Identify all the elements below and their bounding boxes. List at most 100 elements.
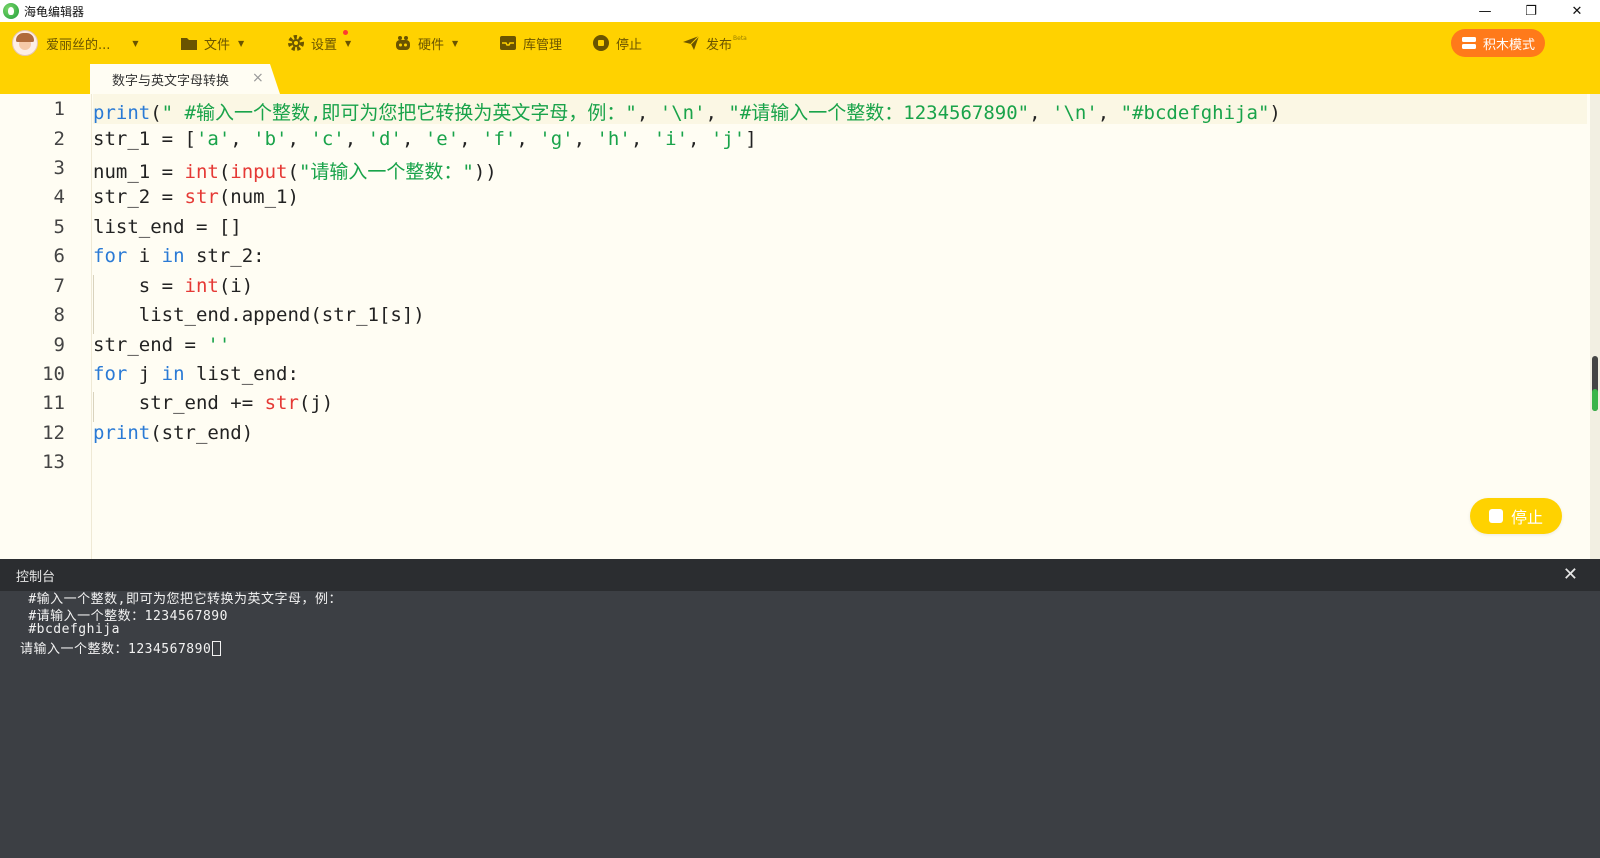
token: , bbox=[636, 102, 660, 124]
settings-menu[interactable]: 设置 ▼ bbox=[287, 22, 351, 64]
token: ( bbox=[287, 161, 299, 183]
line-number: 6 bbox=[53, 245, 65, 267]
folder-icon bbox=[180, 34, 198, 52]
code-line-1: print(" #输入一个整数,即可为您把它转换为英文字母，例：", '\n',… bbox=[93, 98, 1281, 125]
token: 'j' bbox=[710, 128, 746, 150]
console-input-line[interactable]: 请输入一个整数：1234567890 bbox=[20, 638, 222, 657]
token: , bbox=[1029, 102, 1053, 124]
stop-label: 停止 bbox=[616, 37, 643, 53]
avatar bbox=[12, 30, 38, 56]
token: "请输入一个整数：" bbox=[298, 161, 474, 183]
code-line-3: num_1 = int(input("请输入一个整数：")) bbox=[93, 157, 497, 184]
token: ) bbox=[1269, 102, 1281, 124]
token: print bbox=[93, 102, 151, 124]
token: int bbox=[184, 161, 219, 183]
token: str_2 = bbox=[93, 186, 185, 208]
settings-menu-label: 设置 bbox=[311, 37, 338, 53]
publish-button[interactable]: 发布 Beta bbox=[682, 22, 747, 64]
close-window-button[interactable]: ✕ bbox=[1554, 0, 1600, 22]
console-title: 控制台 bbox=[16, 569, 56, 585]
console-line: #bcdefghija bbox=[20, 622, 120, 637]
gear-icon bbox=[287, 34, 305, 52]
paper-plane-icon bbox=[682, 34, 700, 52]
block-mode-button[interactable]: 积木模式 bbox=[1450, 29, 1545, 57]
title-bar: 海龟编辑器 — ❐ ✕ bbox=[0, 0, 1600, 22]
notification-dot bbox=[343, 30, 348, 35]
token: str_end = bbox=[93, 334, 208, 356]
token: , bbox=[573, 128, 597, 150]
inbox-icon bbox=[499, 34, 517, 52]
app-logo-icon bbox=[3, 3, 19, 19]
code-line-9: str_end = '' bbox=[93, 334, 230, 356]
line-number: 13 bbox=[42, 451, 65, 473]
console-line: 请输入一个整数：1234567890 bbox=[20, 642, 212, 657]
floating-stop-button[interactable]: 停止 bbox=[1470, 498, 1562, 534]
token: print bbox=[93, 422, 151, 444]
token: in bbox=[161, 363, 185, 385]
token: "#bcdefghija" bbox=[1120, 102, 1270, 124]
token: "#请输入一个整数：1234567890" bbox=[728, 102, 1030, 124]
token: , bbox=[1097, 102, 1121, 124]
user-menu[interactable]: 爱丽丝的... ▼ bbox=[12, 22, 139, 64]
restore-button[interactable]: ❐ bbox=[1508, 0, 1554, 22]
scrollbar-thumb[interactable] bbox=[1592, 356, 1598, 411]
token: '\n' bbox=[1052, 102, 1098, 124]
token: , bbox=[688, 128, 711, 150]
token: for bbox=[93, 245, 128, 267]
library-button[interactable]: 库管理 bbox=[499, 22, 562, 64]
token: , bbox=[630, 128, 654, 150]
token: " #输入一个整数,即可为您把它转换为英文字母，例：" bbox=[161, 102, 637, 124]
block-mode-label: 积木模式 bbox=[1482, 37, 1535, 53]
token: num_1 = bbox=[93, 161, 185, 183]
token: 'd' bbox=[367, 128, 402, 150]
chevron-down-icon: ▼ bbox=[345, 38, 352, 48]
minimize-button[interactable]: — bbox=[1462, 0, 1508, 22]
token: 'e' bbox=[424, 128, 460, 150]
token: list_end = [] bbox=[93, 216, 242, 238]
token: , bbox=[459, 128, 483, 150]
line-number: 9 bbox=[53, 334, 65, 356]
line-number: 12 bbox=[42, 422, 65, 444]
close-tab-icon[interactable]: × bbox=[252, 70, 264, 86]
window-controls: — ❐ ✕ bbox=[1462, 0, 1600, 22]
token: (i) bbox=[218, 275, 254, 297]
line-number: 3 bbox=[53, 157, 65, 179]
tab-bar: 数字与英文字母转换 × bbox=[0, 64, 1600, 94]
token: , bbox=[516, 128, 540, 150]
token: int bbox=[184, 275, 219, 297]
token: '\n' bbox=[659, 102, 706, 124]
stop-button[interactable]: 停止 bbox=[592, 22, 642, 64]
file-menu[interactable]: 文件 ▼ bbox=[180, 22, 244, 64]
token: 'g' bbox=[539, 128, 574, 150]
tab-label: 数字与英文字母转换 bbox=[112, 73, 230, 89]
token: j bbox=[127, 363, 162, 385]
token: 'b' bbox=[253, 128, 288, 150]
line-number: 7 bbox=[53, 275, 65, 297]
window-title: 海龟编辑器 bbox=[24, 4, 85, 19]
tab-current-file[interactable]: 数字与英文字母转换 × bbox=[90, 64, 280, 94]
robot-icon bbox=[394, 34, 412, 52]
console-output[interactable]: #输入一个整数,即可为您把它转换为英文字母，例： #请输入一个整数：123456… bbox=[0, 591, 1600, 858]
token: str_end += bbox=[93, 392, 265, 414]
user-name: 爱丽丝的... bbox=[46, 37, 111, 53]
token: for bbox=[93, 363, 128, 385]
file-menu-label: 文件 bbox=[204, 37, 231, 53]
editor-scrollbar[interactable] bbox=[1590, 94, 1600, 559]
token: ] bbox=[745, 128, 757, 150]
token: 'a' bbox=[195, 128, 231, 150]
beta-badge: Beta bbox=[733, 35, 747, 42]
token: )) bbox=[473, 161, 497, 183]
code-line-12: print(str_end) bbox=[93, 422, 253, 444]
chevron-down-icon: ▼ bbox=[132, 38, 139, 48]
code-editor[interactable]: 1 2 3 4 5 6 7 8 9 10 11 12 13 print(" #输… bbox=[0, 94, 1600, 559]
token: (str_end) bbox=[150, 422, 254, 444]
code-line-2: str_1 = ['a', 'b', 'c', 'd', 'e', 'f', '… bbox=[93, 128, 757, 150]
token: list_end.append(str_1[s]) bbox=[93, 304, 425, 326]
hardware-menu-label: 硬件 bbox=[418, 37, 445, 53]
chevron-down-icon: ▼ bbox=[238, 38, 245, 48]
token: '' bbox=[207, 334, 231, 356]
close-console-icon[interactable]: ✕ bbox=[1563, 564, 1578, 585]
token: 'f' bbox=[482, 128, 517, 150]
hardware-menu[interactable]: 硬件 ▼ bbox=[394, 22, 458, 64]
code-line-4: str_2 = str(num_1) bbox=[93, 186, 299, 208]
